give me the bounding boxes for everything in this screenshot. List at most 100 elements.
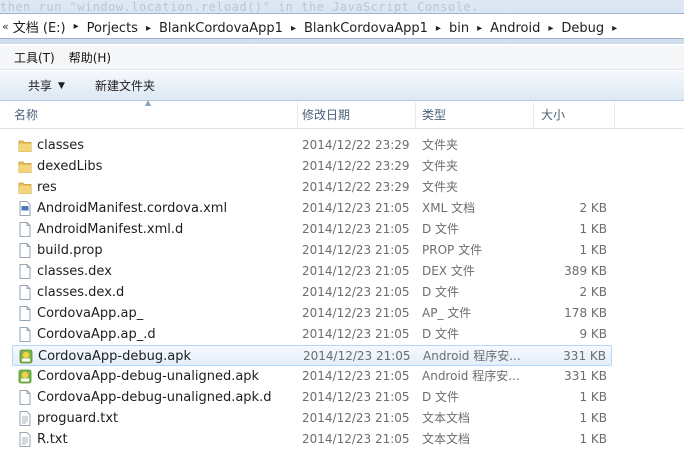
column-size[interactable]: 大小: [541, 102, 615, 128]
menu-tools[interactable]: 工具(T): [14, 49, 55, 66]
breadcrumb-separator-icon[interactable]: ▸: [548, 23, 553, 34]
file-icon: [18, 264, 32, 279]
text-file-icon: [18, 411, 32, 426]
file-type: PROP 文件: [422, 243, 483, 257]
file-type: Android 程序安...: [423, 349, 521, 363]
breadcrumb-separator-icon[interactable]: ▸: [146, 23, 151, 34]
file-name: classes.dex: [37, 264, 112, 279]
file-date: 2014/12/23 21:05: [302, 201, 410, 215]
file-date: 2014/12/22 23:29: [302, 159, 410, 173]
file-row[interactable]: R.txt 2014/12/23 21:05 文本文档 1 KB: [12, 429, 612, 450]
file-name: classes: [37, 138, 85, 153]
file-size: 389 KB: [564, 264, 607, 278]
file-name: classes.dex.d: [37, 285, 125, 300]
file-name: CordovaApp.ap_: [37, 306, 144, 321]
file-row[interactable]: res 2014/12/22 23:29 文件夹: [12, 177, 612, 198]
background-text: then run "window.location.reload()" in t…: [0, 0, 479, 14]
breadcrumb-label: Porjects: [86, 20, 138, 36]
file-icon: [18, 390, 32, 405]
file-row[interactable]: classes.dex 2014/12/23 21:05 DEX 文件 389 KB: [12, 261, 612, 282]
breadcrumb-separator-icon[interactable]: ▸: [612, 23, 617, 34]
file-row[interactable]: CordovaApp-debug-unaligned.apk.d 2014/12/…: [12, 387, 612, 408]
file-name: dexedLibs: [37, 159, 103, 174]
new-folder-label: 新建文件夹: [94, 79, 155, 93]
breadcrumb-separator-icon[interactable]: ▸: [477, 23, 482, 34]
menu-help[interactable]: 帮助(H): [69, 49, 111, 66]
file-row[interactable]: CordovaApp-debug.apk 2014/12/23 21:05 Andr…: [12, 345, 612, 366]
file-icon: [18, 306, 32, 321]
file-row[interactable]: classes 2014/12/22 23:29 文件夹: [12, 135, 612, 156]
breadcrumb-item[interactable]: BlankCordovaApp1 ▸: [304, 21, 449, 36]
file-type: D 文件: [422, 390, 460, 404]
file-date: 2014/12/22 23:29: [302, 138, 410, 152]
breadcrumb-separator-icon[interactable]: ▸: [291, 23, 296, 34]
new-folder-button[interactable]: 新建文件夹: [95, 77, 155, 94]
file-date: 2014/12/23 21:05: [302, 390, 410, 404]
file-type: Android 程序安...: [422, 369, 520, 383]
file-date: 2014/12/23 21:05: [302, 306, 410, 320]
file-size: 331 KB: [564, 369, 607, 383]
file-row[interactable]: CordovaApp-debug-unaligned.apk 2014/12/23…: [12, 366, 612, 387]
file-row[interactable]: classes.dex.d 2014/12/23 21:05 D 文件 2 KB: [12, 282, 612, 303]
file-name: CordovaApp.ap_.d: [37, 327, 156, 342]
share-label: 共享: [28, 79, 53, 93]
breadcrumb-item[interactable]: BlankCordovaApp1 ▸: [159, 21, 304, 36]
breadcrumb-separator-icon[interactable]: ▸: [436, 23, 441, 34]
file-name: R.txt: [37, 432, 68, 447]
file-icon: [18, 327, 32, 342]
breadcrumb-lead-icon[interactable]: «: [2, 20, 9, 33]
file-size: 2 KB: [579, 201, 607, 215]
apk-icon: [19, 349, 33, 364]
folder-icon: [18, 159, 32, 174]
file-date: 2014/12/23 21:05: [302, 264, 410, 278]
file-size: 1 KB: [579, 432, 607, 446]
breadcrumb-item[interactable]: Android ▸: [490, 21, 561, 36]
file-row[interactable]: CordovaApp.ap_ 2014/12/23 21:05 AP_ 文件 178 …: [12, 303, 612, 324]
file-icon: [18, 243, 32, 258]
breadcrumb-item[interactable]: Debug ▸: [561, 21, 625, 36]
file-date: 2014/12/23 21:05: [302, 243, 410, 257]
breadcrumb-item[interactable]: 文档 (E:) ▸: [13, 17, 87, 36]
file-name: proguard.txt: [37, 411, 119, 426]
file-name: CordovaApp-debug-unaligned.apk.d: [37, 390, 272, 405]
file-icon: [18, 285, 32, 300]
breadcrumb-item[interactable]: bin ▸: [449, 21, 490, 36]
breadcrumb-separator-icon[interactable]: ▸: [74, 21, 79, 32]
column-name[interactable]: 名称: [14, 102, 298, 128]
file-type: 文件夹: [422, 159, 459, 173]
file-type: DEX 文件: [422, 264, 475, 278]
file-size: 9 KB: [579, 327, 607, 341]
column-header: ▲ 名称 修改日期 类型 大小: [0, 98, 684, 129]
file-date: 2014/12/22 23:29: [302, 180, 410, 194]
file-type: 文本文档: [422, 411, 471, 425]
file-size: 2 KB: [579, 285, 607, 299]
file-name: AndroidManifest.xml.d: [37, 222, 184, 237]
file-type: D 文件: [422, 222, 460, 236]
column-date[interactable]: 修改日期: [302, 102, 416, 128]
file-date: 2014/12/23 21:05: [302, 411, 410, 425]
file-row[interactable]: proguard.txt 2014/12/23 21:05 文本文档 1 KB: [12, 408, 612, 429]
share-button[interactable]: 共享 ▼: [28, 77, 65, 94]
column-type[interactable]: 类型: [422, 102, 534, 128]
file-name: CordovaApp-debug.apk: [38, 349, 191, 364]
file-row[interactable]: build.prop 2014/12/23 21:05 PROP 文件 1 KB: [12, 240, 612, 261]
file-row[interactable]: dexedLibs 2014/12/22 23:29 文件夹: [12, 156, 612, 177]
breadcrumb: 文档 (E:) ▸ Porjects ▸ BlankCordovaApp1 ▸ BlankC…: [13, 17, 625, 36]
file-size: 1 KB: [579, 390, 607, 404]
file-date: 2014/12/23 21:05: [303, 349, 411, 363]
file-size: 1 KB: [579, 222, 607, 236]
file-type: D 文件: [422, 327, 460, 341]
breadcrumb-label: BlankCordovaApp1: [158, 20, 283, 36]
breadcrumb-label: BlankCordovaApp1: [303, 20, 428, 36]
address-bar[interactable]: « 文档 (E:) ▸ Porjects ▸ BlankCordovaApp1 ▸ Blan…: [0, 13, 684, 39]
file-type: D 文件: [422, 285, 460, 299]
chevron-down-icon: ▼: [58, 80, 65, 91]
file-row[interactable]: AndroidManifest.cordova.xml 2014/12/23 21…: [12, 198, 612, 219]
file-icon: [18, 222, 32, 237]
file-row[interactable]: CordovaApp.ap_.d 2014/12/23 21:05 D 文件 9 KB: [12, 324, 612, 345]
breadcrumb-item[interactable]: Porjects ▸: [87, 21, 159, 36]
file-row[interactable]: AndroidManifest.xml.d 2014/12/23 21:05 D 文…: [12, 219, 612, 240]
breadcrumb-label: Android: [490, 20, 541, 36]
file-type: AP_ 文件: [422, 306, 472, 320]
command-bar: 共享 ▼ 新建文件夹: [0, 71, 684, 101]
